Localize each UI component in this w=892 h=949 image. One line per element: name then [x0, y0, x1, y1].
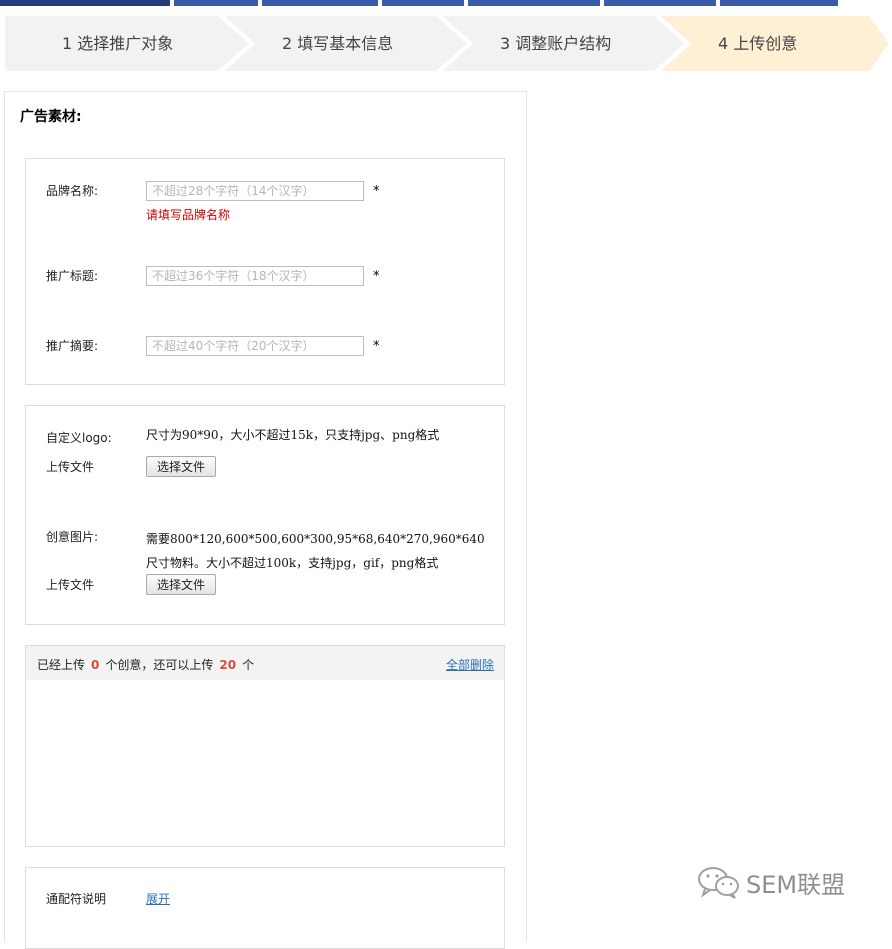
required-mark: * — [373, 269, 380, 284]
panel-title: 广告素材: — [20, 109, 82, 125]
top-nav-tab[interactable] — [604, 0, 716, 6]
promo-title-input[interactable] — [146, 266, 364, 286]
brand-name-input[interactable] — [146, 181, 364, 201]
step-4-active: 4 上传创意 — [658, 15, 892, 72]
wildcard-label: 通配符说明 — [46, 892, 107, 906]
expand-link[interactable]: 展开 — [146, 890, 170, 907]
text-fields-section: 品牌名称: * 请填写品牌名称 推广标题: * 推广摘要: * — [25, 158, 505, 385]
step-1: 1 选择推广对象 — [4, 15, 252, 72]
step-label: 2 填写基本信息 — [282, 34, 394, 53]
image-spec-line2: 尺寸物料。大小不超过100k，支持jpg，gif，png格式 — [146, 556, 439, 570]
wildcard-section: 通配符说明 展开 — [25, 867, 505, 949]
required-mark: * — [373, 184, 380, 199]
custom-logo-label: 自定义logo: — [46, 431, 112, 445]
brand-name-error: 请填写品牌名称 — [146, 208, 231, 222]
top-nav-bar — [0, 0, 892, 6]
upload-section: 自定义logo: 尺寸为90*90，大小不超过15k，只支持jpg、png格式 … — [25, 405, 505, 625]
delete-all-link[interactable]: 全部删除 — [446, 656, 494, 673]
remaining-count: 20 — [219, 658, 237, 672]
step-progress: 1 选择推广对象 2 填写基本信息 3 调整账户结构 4 上传创意 — [4, 15, 892, 72]
top-nav-tab[interactable] — [262, 0, 378, 6]
promo-summary-label: 推广摘要: — [46, 339, 99, 353]
image-choose-file-button[interactable]: 选择文件 — [146, 574, 216, 595]
step-label: 3 调整账户结构 — [500, 34, 612, 53]
step-label: 1 选择推广对象 — [62, 34, 174, 53]
logo-spec-text: 尺寸为90*90，大小不超过15k，只支持jpg、png格式 — [146, 428, 440, 442]
watermark-text: SEM联盟 — [746, 870, 846, 899]
uploaded-count: 0 — [91, 658, 100, 672]
step-3: 3 调整账户结构 — [440, 15, 688, 72]
wechat-icon — [698, 867, 739, 899]
watermark: SEM联盟 — [696, 864, 845, 900]
image-upload-label: 上传文件 — [46, 578, 95, 592]
upload-status-text: 已经上传 0 个创意，还可以上传 20 个 — [37, 658, 255, 672]
top-nav-tab[interactable] — [468, 0, 600, 6]
step-2: 2 填写基本信息 — [222, 15, 470, 72]
step-label: 4 上传创意 — [718, 34, 798, 53]
top-nav-tab[interactable] — [720, 0, 838, 6]
top-nav-tab[interactable] — [382, 0, 464, 6]
brand-name-label: 品牌名称: — [46, 184, 99, 198]
top-nav-tab[interactable] — [0, 0, 170, 6]
logo-choose-file-button[interactable]: 选择文件 — [146, 456, 216, 477]
image-spec-line1: 需要800*120,600*500,600*300,95*68,640*270,… — [146, 532, 485, 546]
uploaded-creatives-section: 已经上传 0 个创意，还可以上传 20 个 全部删除 — [25, 645, 505, 847]
required-mark: * — [373, 339, 380, 354]
top-nav-tab[interactable] — [174, 0, 258, 6]
creative-image-label: 创意图片: — [46, 530, 99, 544]
promo-summary-input[interactable] — [146, 336, 364, 356]
ad-material-panel: 广告素材: 品牌名称: * 请填写品牌名称 推广标题: * 推广摘要: * 自定… — [4, 91, 527, 949]
promo-title-label: 推广标题: — [46, 269, 99, 283]
logo-upload-label: 上传文件 — [46, 460, 95, 474]
upload-status-header: 已经上传 0 个创意，还可以上传 20 个 全部删除 — [26, 646, 504, 680]
